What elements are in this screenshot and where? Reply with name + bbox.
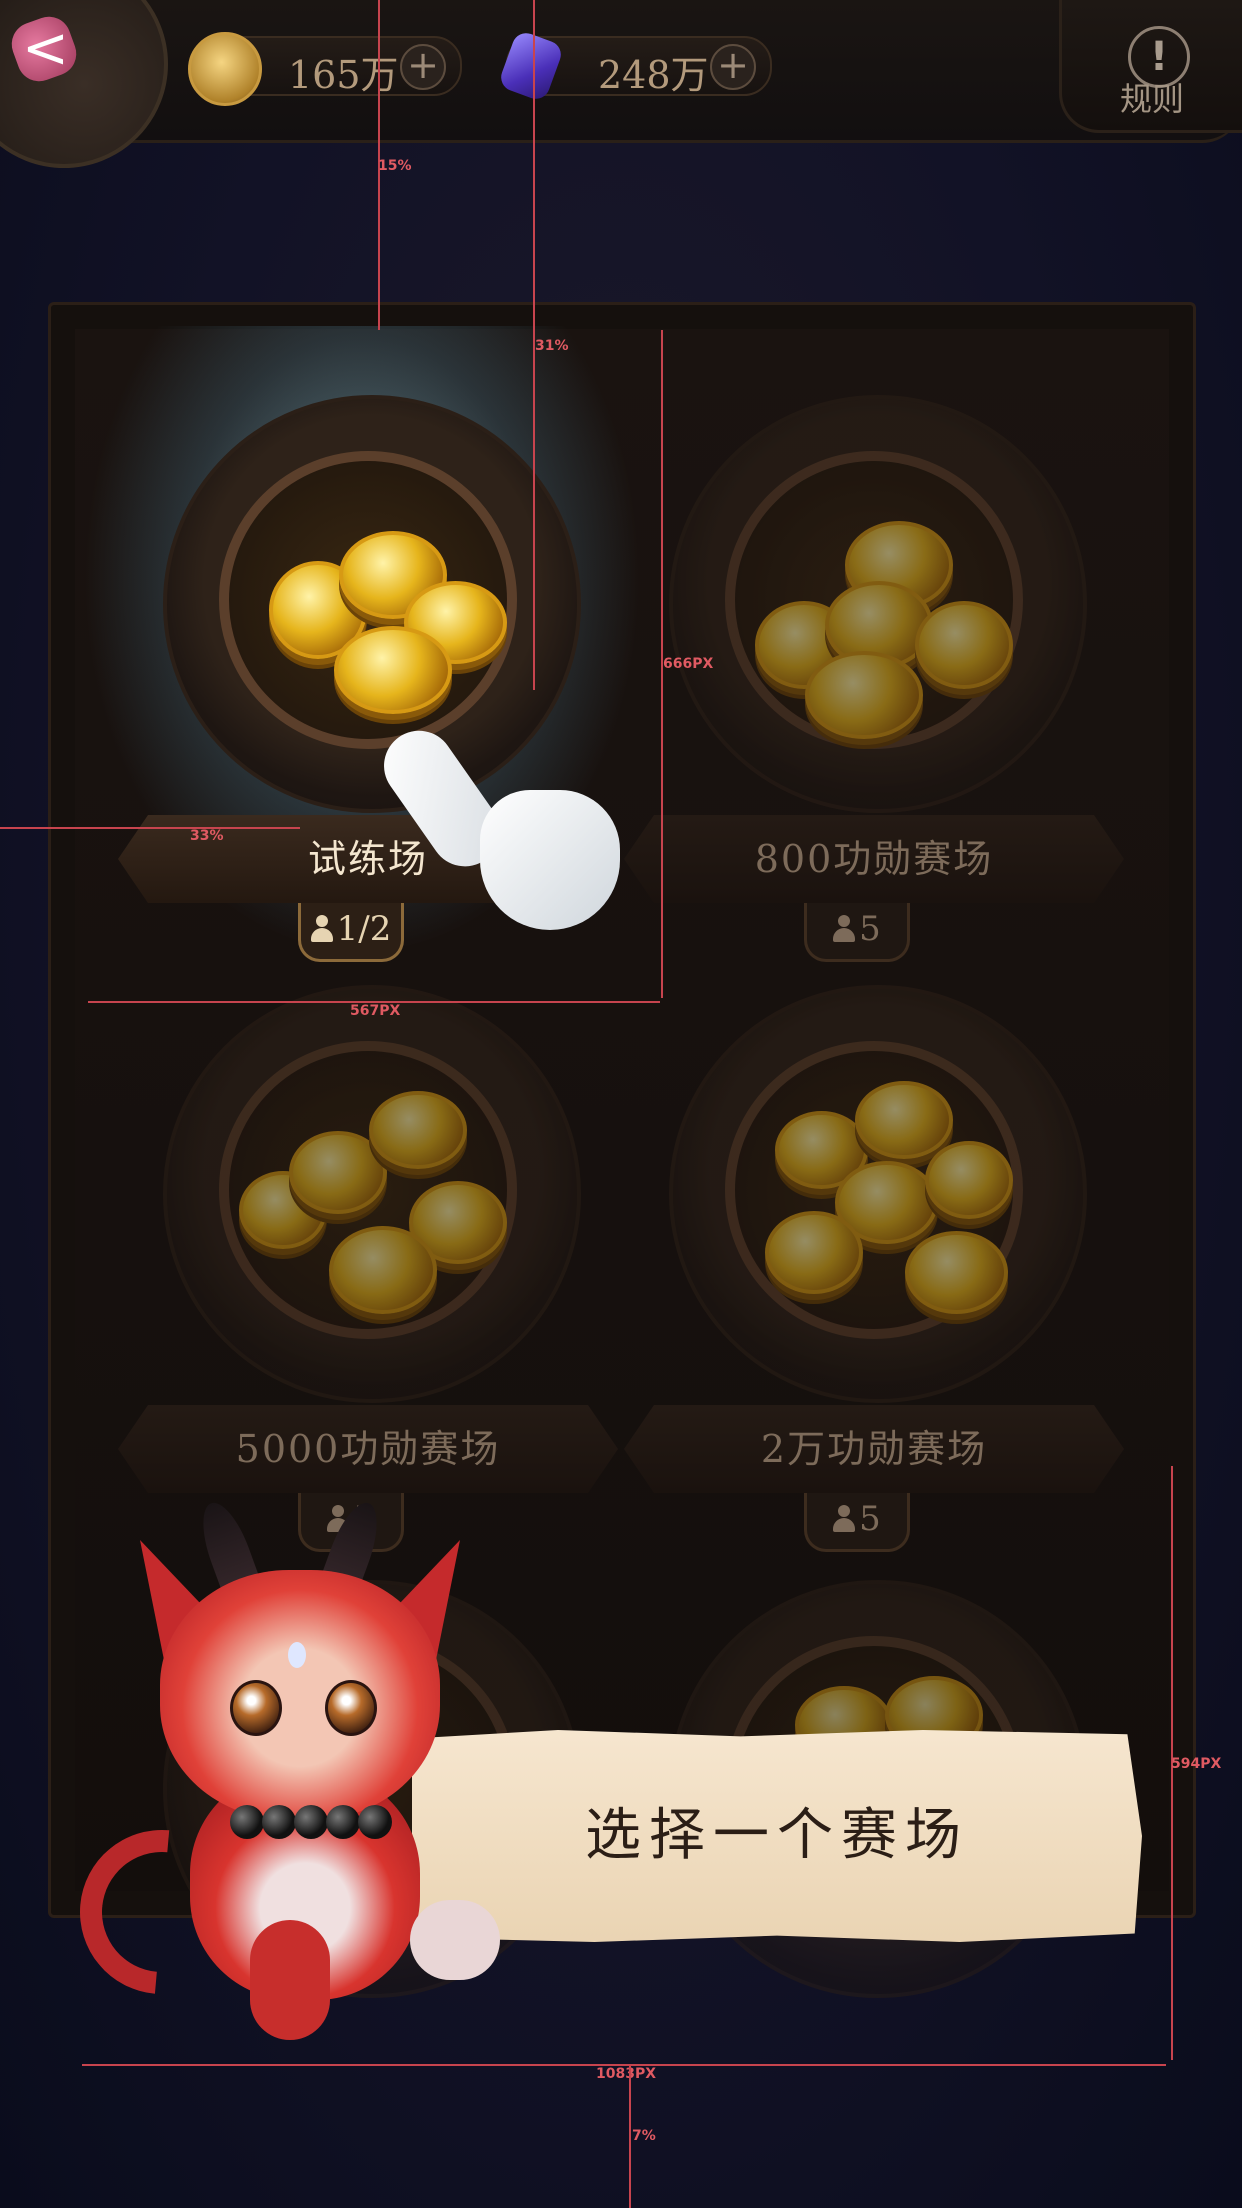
- annotation-card-w: 567PX: [350, 1003, 401, 1019]
- arena-card-800[interactable]: 800功勋赛场 5: [624, 395, 1124, 962]
- user-icon: [310, 915, 333, 943]
- back-arrow-icon: <: [22, 16, 69, 81]
- arena-name: 2万功勋赛场: [624, 1405, 1124, 1493]
- gold-star-coin-icon: [188, 32, 262, 106]
- annotation-left-pct: 33%: [190, 828, 224, 844]
- annotation-line: [0, 827, 300, 829]
- coin-icon: [805, 651, 923, 739]
- dialog-text: 选择一个赛场: [585, 1803, 969, 1868]
- user-icon: [833, 1505, 856, 1533]
- annotation-dialog-h: 594PX: [1171, 1756, 1222, 1772]
- annotation-line: [629, 2064, 631, 2208]
- player-count: 1/2: [298, 903, 404, 962]
- coin-icon: [329, 1226, 437, 1314]
- coin-icon: [905, 1231, 1008, 1314]
- coin-icon: [765, 1211, 863, 1294]
- arena-card-20000[interactable]: 2万功勋赛场 5: [624, 985, 1124, 1552]
- tutorial-pointer-hand-icon: [370, 710, 630, 940]
- demon-cat-mascot: [46, 1496, 500, 2050]
- rules-label: 规则: [1119, 80, 1184, 118]
- annotation-top-pct: 15%: [378, 158, 412, 174]
- gem-value: 248万: [598, 53, 709, 97]
- coin-icon: [334, 626, 452, 714]
- rules-button[interactable]: ! 规则: [1059, 0, 1242, 133]
- player-count: 5: [804, 903, 910, 962]
- annotation-bottom-pct: 7%: [632, 2128, 656, 2144]
- annotation-coin-pct: 31%: [535, 338, 569, 354]
- coin-bowl: [669, 985, 1087, 1403]
- annotation-card-h: 666PX: [663, 656, 714, 672]
- coin-icon: [915, 601, 1013, 689]
- coin-icon: [369, 1091, 467, 1169]
- annotation-content-w: 1083PX: [596, 2066, 657, 2082]
- arena-name: 800功勋赛场: [624, 815, 1124, 903]
- user-icon: [833, 915, 856, 943]
- coin-bowl: [669, 395, 1087, 813]
- gold-currency: 165万 +: [188, 32, 462, 106]
- coin-icon: [925, 1141, 1013, 1219]
- tutorial-dialog: 选择一个赛场: [412, 1730, 1142, 1942]
- add-gold-button[interactable]: +: [400, 44, 446, 90]
- gold-value: 165万: [288, 53, 399, 97]
- gem-currency: 248万 +: [497, 29, 772, 103]
- coin-bowl: [163, 985, 581, 1403]
- coin-icon: [855, 1081, 953, 1159]
- add-gem-button[interactable]: +: [710, 44, 756, 90]
- player-count: 5: [804, 1493, 910, 1552]
- arena-card-5000[interactable]: 5000功勋赛场 5: [118, 985, 618, 1552]
- arena-name: 5000功勋赛场: [118, 1405, 618, 1493]
